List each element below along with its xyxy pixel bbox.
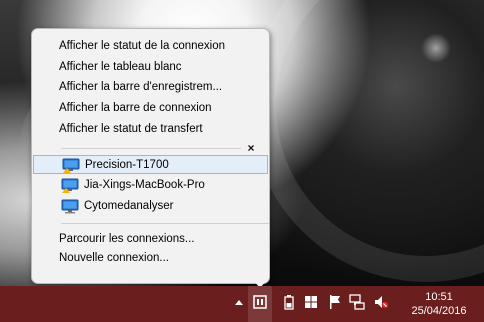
taskbar: 10:51 25/04/2016 [0,286,484,322]
monitor-icon [61,178,79,193]
connection-label: Precision-T1700 [85,159,169,171]
flag-icon[interactable] [327,293,343,311]
connection-label: Cytomedanalyser [84,200,174,212]
close-icon[interactable]: × [245,142,257,154]
volume-muted-icon[interactable] [373,293,389,311]
battery-icon[interactable] [281,293,297,311]
menu-item-connection-status[interactable]: Afficher le statut de la connexion [59,37,225,55]
wallpaper-orb [421,33,451,63]
menu-item-new-connection[interactable]: Nouvelle connexion... [59,249,169,267]
network-icon[interactable] [349,293,365,311]
windows-icon[interactable] [303,293,319,311]
connection-label: Jia-Xings-MacBook-Pro [84,179,205,191]
menu-item-browse-connections[interactable]: Parcourir les connexions... [59,230,195,248]
menu-item-whiteboard[interactable]: Afficher le tableau blanc [59,58,182,76]
connection-item-cytomedanalyser[interactable]: Cytomedanalyser [33,197,268,216]
clock-time: 10:51 [425,291,453,303]
monitor-icon [61,199,79,214]
connection-item-jia-xings-macbook-pro[interactable]: Jia-Xings-MacBook-Pro [33,176,268,195]
menu-separator [61,148,241,149]
clock[interactable]: 10:51 25/04/2016 [404,290,474,318]
menu-item-transfer-status[interactable]: Afficher le statut de transfert [59,120,203,138]
menu-item-connection-bar[interactable]: Afficher la barre de connexion [59,99,212,117]
menu-separator [61,223,269,224]
menu-item-recording-bar[interactable]: Afficher la barre d'enregistrem... [59,78,222,96]
clock-date: 25/04/2016 [411,305,467,317]
tray-popup-menu: Afficher le statut de la connexion Affic… [31,28,270,284]
monitor-icon [62,158,80,173]
chevron-up-icon[interactable] [231,293,247,311]
remote-desktop-icon[interactable] [252,293,268,311]
connection-item-precision-t1700[interactable]: Precision-T1700 [33,155,268,174]
